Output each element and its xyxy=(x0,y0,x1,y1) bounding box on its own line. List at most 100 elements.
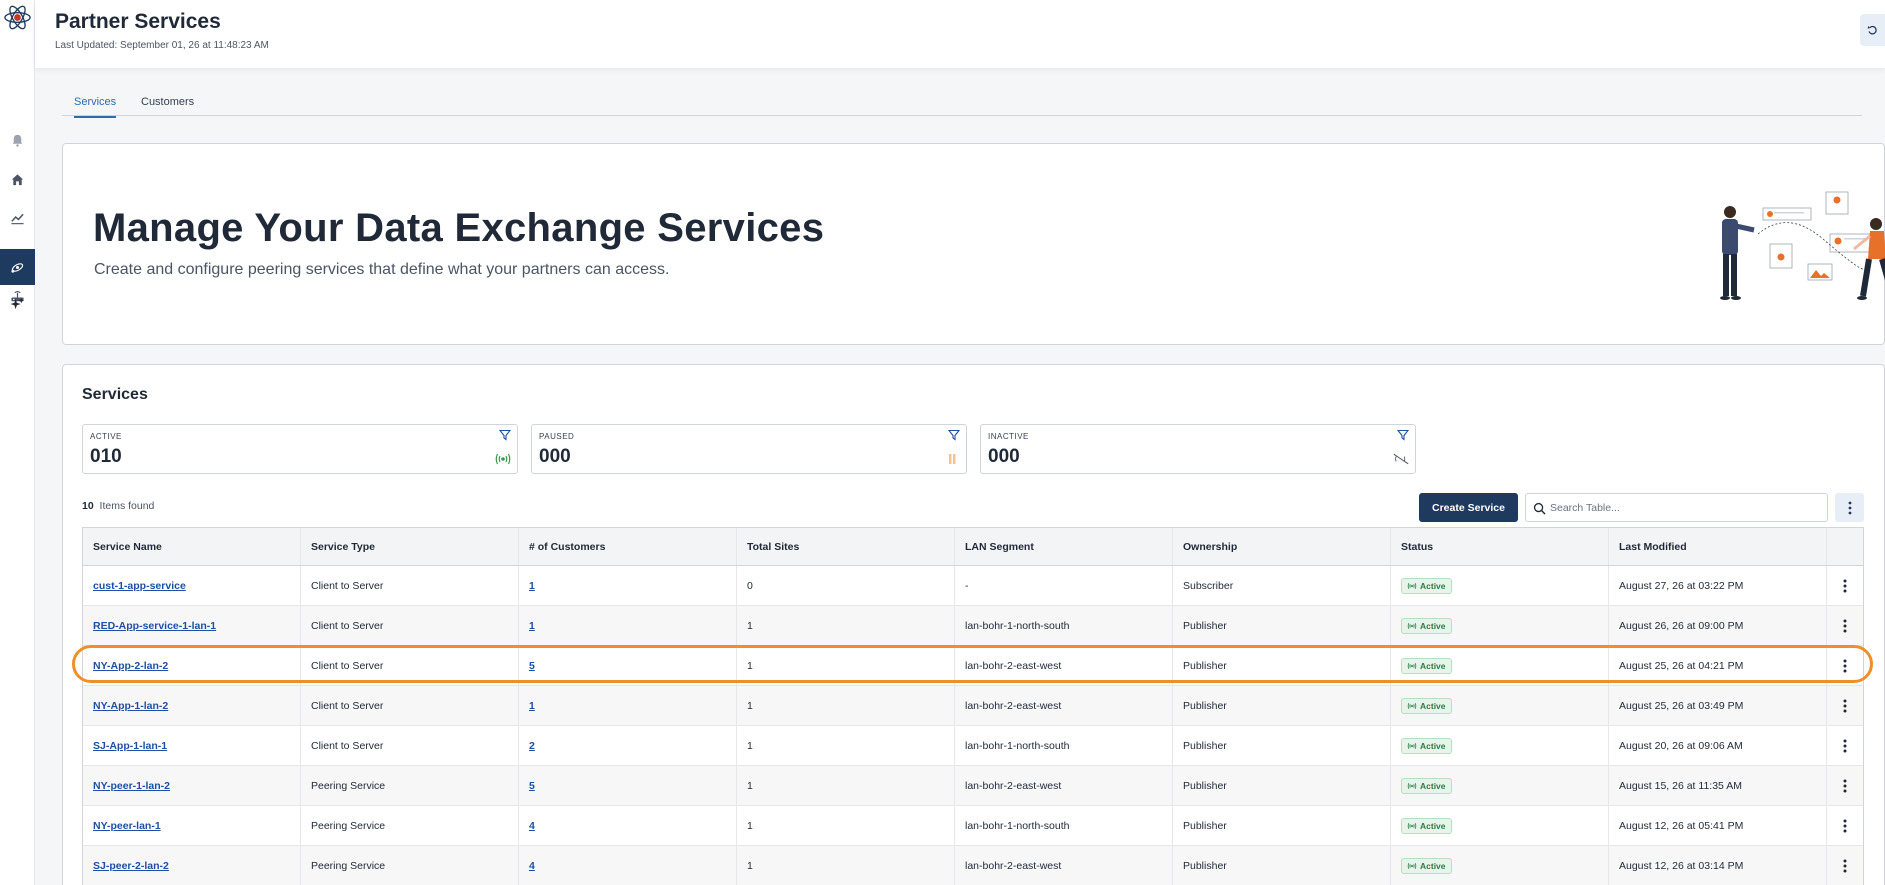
sidebar-item-analytics[interactable] xyxy=(0,200,35,236)
cell-service-type: Client to Server xyxy=(301,686,519,725)
search-box[interactable] xyxy=(1525,493,1828,522)
table-header-row: Service Name Service Type # of Customers… xyxy=(83,528,1863,566)
cell-lan-segment: lan-bohr-1-north-south xyxy=(955,726,1173,765)
cell-status: Active xyxy=(1391,646,1609,685)
broadcast-icon xyxy=(495,453,511,465)
tab-services[interactable]: Services xyxy=(74,96,117,118)
stat-value: 000 xyxy=(988,446,1020,467)
cell-ownership: Publisher xyxy=(1173,766,1391,805)
cell-ownership: Publisher xyxy=(1173,726,1391,765)
items-count: 10 xyxy=(82,500,94,512)
customers-link[interactable]: 1 xyxy=(529,580,535,592)
customers-link[interactable]: 4 xyxy=(529,860,535,872)
stat-value: 000 xyxy=(539,446,571,467)
cell-service-name: SJ-App-1-lan-1 xyxy=(83,726,301,765)
filter-icon[interactable] xyxy=(948,429,960,441)
stat-inactive[interactable]: INACTIVE 000 xyxy=(980,424,1416,474)
customers-link[interactable]: 1 xyxy=(529,700,535,712)
row-actions-kebab-icon[interactable] xyxy=(1838,778,1852,794)
bell-icon xyxy=(12,134,23,147)
customers-link[interactable]: 5 xyxy=(529,660,535,672)
customers-link[interactable]: 2 xyxy=(529,740,535,752)
filter-icon[interactable] xyxy=(1397,429,1409,441)
status-text: Active xyxy=(1420,660,1446,671)
search-input[interactable] xyxy=(1550,498,1820,518)
stat-paused[interactable]: PAUSED 000 xyxy=(531,424,967,474)
row-actions-kebab-icon[interactable] xyxy=(1838,658,1852,674)
column-header-lan-segment[interactable]: LAN Segment xyxy=(955,528,1173,565)
row-actions-kebab-icon[interactable] xyxy=(1838,858,1852,874)
cell-total-sites: 1 xyxy=(737,726,955,765)
service-name-link[interactable]: NY-peer-lan-1 xyxy=(93,820,161,832)
service-name-link[interactable]: NY-App-1-lan-2 xyxy=(93,700,168,712)
table-options-button[interactable] xyxy=(1835,493,1864,522)
status-badge: Active xyxy=(1401,657,1452,674)
column-header-ownership[interactable]: Ownership xyxy=(1173,528,1391,565)
cell-status: Active xyxy=(1391,806,1609,845)
service-name-link[interactable]: RED-App-service-1-lan-1 xyxy=(93,620,216,632)
broadcast-icon xyxy=(1407,862,1417,869)
service-name-link[interactable]: NY-App-2-lan-2 xyxy=(93,660,168,672)
column-header-service-name[interactable]: Service Name xyxy=(83,528,301,565)
customers-link[interactable]: 1 xyxy=(529,620,535,632)
column-header-status[interactable]: Status xyxy=(1391,528,1609,565)
column-header-service-type[interactable]: Service Type xyxy=(301,528,519,565)
filter-icon[interactable] xyxy=(499,429,511,441)
customers-link[interactable]: 4 xyxy=(529,820,535,832)
cell-lan-segment: lan-bohr-2-east-west xyxy=(955,686,1173,725)
cell-ownership: Publisher xyxy=(1173,646,1391,685)
cell-total-sites: 1 xyxy=(737,686,955,725)
stat-label: ACTIVE xyxy=(90,432,122,441)
table-row: cust-1-app-service Client to Server 1 0- Sub… xyxy=(83,566,1863,606)
cell-customers: 5 xyxy=(519,646,737,685)
service-name-link[interactable]: NY-peer-1-lan-2 xyxy=(93,780,170,792)
cell-ownership: Publisher xyxy=(1173,806,1391,845)
column-header-last-modified[interactable]: Last Modified xyxy=(1609,528,1827,565)
broadcast-icon xyxy=(1407,742,1417,749)
hero-title: Manage Your Data Exchange Services xyxy=(93,206,825,250)
cell-customers: 1 xyxy=(519,566,737,605)
cell-status: Active xyxy=(1391,846,1609,885)
atom-logo-icon[interactable] xyxy=(2,2,33,33)
column-header-total-sites[interactable]: Total Sites xyxy=(737,528,955,565)
table-body: cust-1-app-service Client to Server 1 0- Sub… xyxy=(83,566,1863,885)
status-text: Active xyxy=(1420,700,1446,711)
broadcast-off-icon xyxy=(1393,453,1409,465)
service-name-link[interactable]: cust-1-app-service xyxy=(93,580,186,592)
row-actions-kebab-icon[interactable] xyxy=(1838,618,1852,634)
cell-actions xyxy=(1827,726,1863,765)
service-name-link[interactable]: SJ-peer-2-lan-2 xyxy=(93,860,169,872)
row-actions-kebab-icon[interactable] xyxy=(1838,818,1852,834)
column-header-actions xyxy=(1827,528,1863,565)
cell-total-sites: 1 xyxy=(737,646,955,685)
refresh-icon xyxy=(1867,25,1877,34)
row-actions-kebab-icon[interactable] xyxy=(1838,578,1852,594)
status-text: Active xyxy=(1420,860,1446,871)
status-text: Active xyxy=(1420,780,1446,791)
status-text: Active xyxy=(1420,820,1446,831)
row-actions-kebab-icon[interactable] xyxy=(1838,698,1852,714)
cell-status: Active xyxy=(1391,566,1609,605)
cell-last-modified: August 12, 26 at 03:14 PM xyxy=(1609,846,1827,885)
tab-customers[interactable]: Customers xyxy=(141,96,194,116)
customers-link[interactable]: 5 xyxy=(529,780,535,792)
stat-label: INACTIVE xyxy=(988,432,1029,441)
row-actions-kebab-icon[interactable] xyxy=(1838,738,1852,754)
refresh-button[interactable] xyxy=(1860,14,1885,46)
cell-customers: 5 xyxy=(519,766,737,805)
cell-service-type: Client to Server xyxy=(301,646,519,685)
sidebar-item-notifications[interactable] xyxy=(0,122,35,158)
service-name-link[interactable]: SJ-App-1-lan-1 xyxy=(93,740,167,752)
partner-services-icon xyxy=(11,262,24,273)
cell-service-name: NY-peer-1-lan-2 xyxy=(83,766,301,805)
cell-lan-segment: lan-bohr-2-east-west xyxy=(955,646,1173,685)
column-header-customers[interactable]: # of Customers xyxy=(519,528,737,565)
sidebar-item-partner-services-active[interactable] xyxy=(0,249,35,285)
last-updated-text: Last Updated: September 01, 26 at 11:48:… xyxy=(55,40,269,51)
sidebar-item-ai[interactable] xyxy=(0,286,35,322)
create-service-button[interactable]: Create Service xyxy=(1419,493,1518,522)
status-badge: Active xyxy=(1401,857,1452,874)
stat-active[interactable]: ACTIVE 010 xyxy=(82,424,518,474)
sidebar xyxy=(0,0,35,885)
sidebar-item-home[interactable] xyxy=(0,161,35,197)
